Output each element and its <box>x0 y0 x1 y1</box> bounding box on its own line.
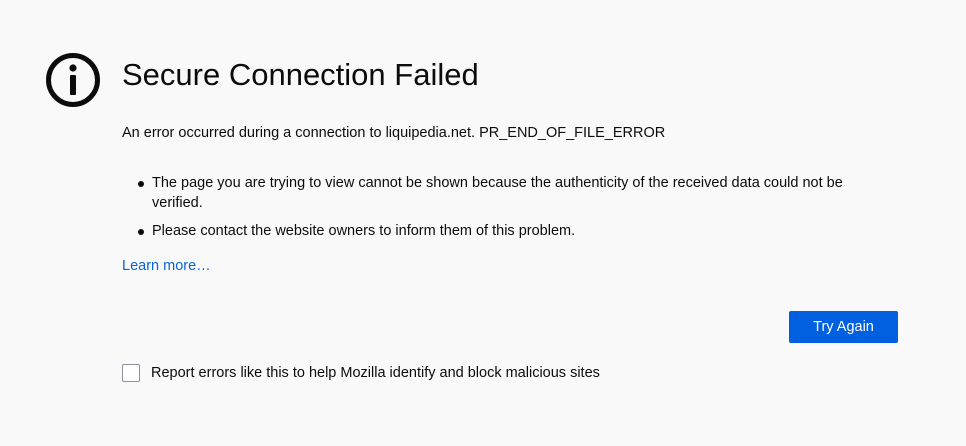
error-description: An error occurred during a connection to… <box>122 125 666 141</box>
bullet-icon <box>138 229 144 235</box>
list-item: Please contact the website owners to inf… <box>122 221 892 241</box>
error-page: Secure Connection Failed An error occurr… <box>0 0 966 446</box>
report-errors-option[interactable]: Report errors like this to help Mozilla … <box>122 362 600 384</box>
learn-more-link[interactable]: Learn more… <box>122 256 211 276</box>
bullet-icon <box>138 181 144 187</box>
error-details-list: The page you are trying to view cannot b… <box>122 173 892 249</box>
report-errors-label[interactable]: Report errors like this to help Mozilla … <box>151 363 600 383</box>
report-errors-checkbox[interactable] <box>122 364 140 382</box>
list-item-text: Please contact the website owners to inf… <box>152 223 576 239</box>
info-icon <box>46 53 100 107</box>
try-again-button[interactable]: Try Again <box>789 311 898 343</box>
page-title: Secure Connection Failed <box>122 57 479 92</box>
list-item-text: The page you are trying to view cannot b… <box>152 175 843 211</box>
list-item: The page you are trying to view cannot b… <box>122 173 892 213</box>
